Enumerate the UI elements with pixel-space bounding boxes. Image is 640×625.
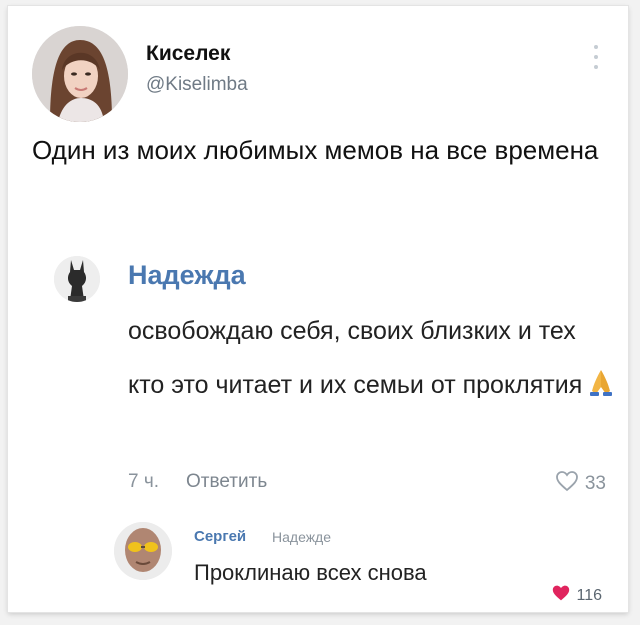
tweet-card: Киселек @Kiselimba Один из моих любимых … (8, 6, 628, 612)
reply-author-name[interactable]: Сергей (194, 528, 246, 545)
reply-like-count: 116 (576, 586, 602, 604)
reply-avatar[interactable] (114, 522, 172, 580)
author-name[interactable]: Киселек (146, 42, 230, 66)
tweet-text: Один из моих любимых мемов на все времен… (32, 135, 599, 165)
comment-avatar[interactable] (54, 256, 100, 302)
comment-like-button[interactable]: 33 (555, 470, 606, 498)
comment-author-name[interactable]: Надежда (128, 260, 246, 291)
reply-text: Проклинаю всех снова (194, 560, 427, 585)
comment-time: 7 ч. (128, 471, 160, 492)
author-handle[interactable]: @Kiselimba (146, 74, 248, 96)
author-avatar[interactable] (32, 26, 128, 122)
comment-text-block: освобождаю себя, своих близких и тех кто… (128, 304, 618, 416)
heart-filled-icon (551, 584, 571, 607)
heart-outline-icon (555, 470, 579, 498)
comment-like-count: 33 (584, 473, 606, 494)
more-icon[interactable] (592, 42, 600, 72)
quoted-screenshot: Надежда освобождаю себя, своих близких и… (44, 244, 620, 608)
reply-addressee: Надежде (272, 529, 332, 545)
reply-button[interactable]: Ответить (186, 471, 267, 493)
reply-like-button[interactable]: 116 (551, 584, 602, 607)
folded-hands-icon (588, 362, 614, 416)
comment-text: освобождаю себя, своих близких и тех кто… (128, 317, 583, 399)
